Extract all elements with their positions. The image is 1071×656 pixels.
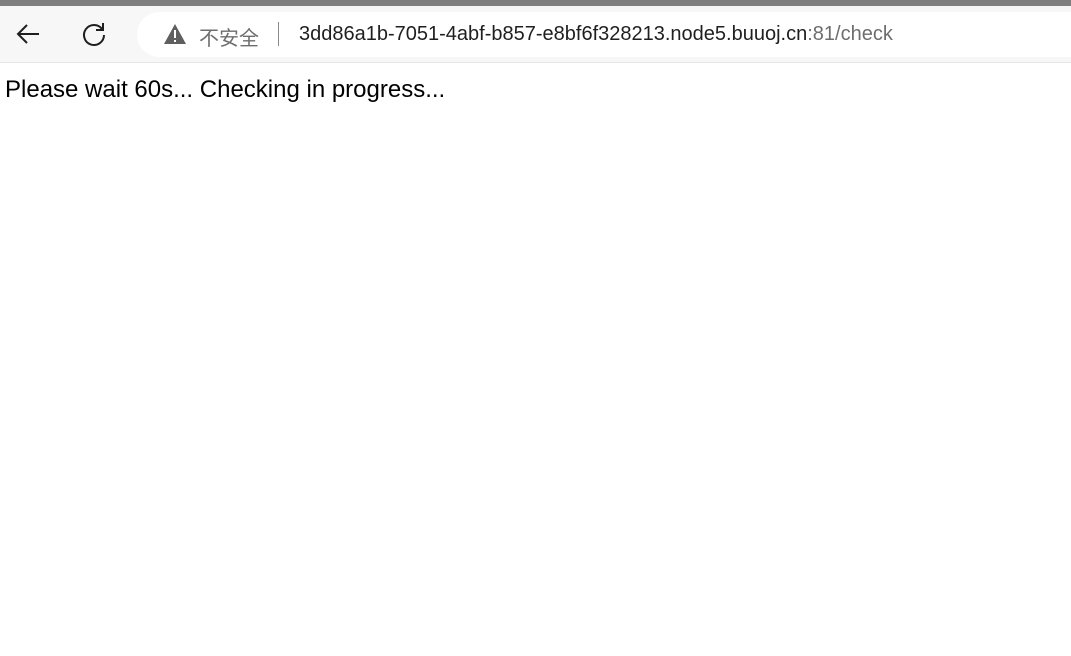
status-message: Please wait 60s... Checking in progress.…: [5, 76, 446, 103]
back-button[interactable]: [10, 16, 46, 52]
url-path: :81/check: [807, 23, 893, 45]
reload-button[interactable]: [76, 16, 112, 52]
arrow-left-icon: [16, 24, 39, 44]
browser-toolbar: 不安全 3dd86a1b-7051-4abf-b857-e8bf6f328213…: [0, 6, 1071, 63]
reload-icon: [83, 23, 105, 46]
security-status-label[interactable]: 不安全: [199, 22, 259, 51]
divider: [278, 22, 279, 46]
url-host: 3dd86a1b-7051-4abf-b857-e8bf6f328213.nod…: [299, 23, 808, 45]
address-bar[interactable]: 不安全 3dd86a1b-7051-4abf-b857-e8bf6f328213…: [137, 12, 1071, 57]
url-text[interactable]: 3dd86a1b-7051-4abf-b857-e8bf6f328213.nod…: [299, 23, 893, 46]
warning-triangle-icon[interactable]: [163, 23, 187, 45]
